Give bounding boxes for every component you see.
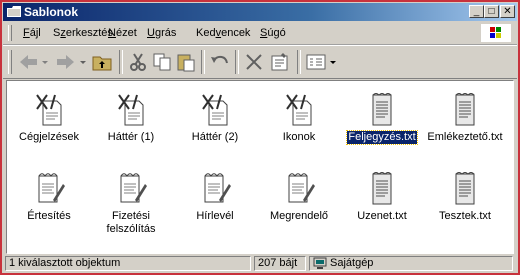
file-label: Uzenet.txt (357, 210, 407, 222)
toolbar (3, 45, 517, 79)
menu-item-label: úgó (267, 27, 286, 39)
file-label: Cégjelzések (19, 131, 79, 143)
menu-item-label: U (147, 27, 155, 39)
windows-flag-icon (490, 27, 501, 38)
back-arrow-icon[interactable] (17, 52, 39, 72)
delete-icon[interactable] (243, 52, 265, 72)
folder-icon (7, 6, 21, 17)
menu-item-label: N (108, 27, 116, 39)
back-dropdown-icon[interactable] (41, 52, 49, 72)
computer-icon (313, 257, 327, 269)
paste-icon[interactable] (175, 52, 197, 72)
template-icon (202, 94, 228, 126)
explorer-window: Sablonok _ □ ✕ Fájl Szerkesztés Nézet Ugrás… (0, 0, 520, 275)
file-item[interactable]: Háttér (1) (89, 93, 173, 144)
menu-item-label: grás (154, 27, 177, 39)
file-label: Háttér (1) (107, 131, 155, 143)
toolbar-separator (201, 50, 205, 74)
file-label: Megrendelő (269, 210, 329, 222)
menu-bar: Fájl Szerkesztés Nézet Ugrás Kedvencek Súgó (3, 22, 517, 45)
file-item[interactable]: Feljegyzés.txt (340, 93, 424, 145)
menu-item-label: ézet (115, 27, 137, 39)
maximize-icon: □ (488, 6, 495, 17)
file-label: Hírlevél (196, 210, 234, 222)
template-icon (36, 94, 62, 126)
status-size: 207 bájt (254, 256, 306, 271)
menu-item-label: Ked (196, 27, 216, 39)
up-folder-icon[interactable] (91, 52, 113, 72)
note-icon (38, 173, 65, 203)
text-file-icon (372, 93, 392, 126)
status-bar: 1 kiválasztott objektum 207 bájt Sajátgé… (3, 255, 517, 272)
toolbar-separator (297, 50, 301, 74)
menu-item[interactable]: Kedvencek (196, 27, 250, 39)
window-title: Sablonok (24, 5, 79, 19)
file-label: Feljegyzés.txt (346, 130, 418, 145)
status-selection: 1 kiválasztott objektum (5, 256, 251, 271)
views-dropdown-icon[interactable] (329, 52, 337, 72)
file-list: Cégjelzések Háttér (1) Háttér (2) Ikonok Fel… (6, 80, 514, 254)
text-file-icon (455, 172, 475, 205)
views-icon[interactable] (305, 52, 327, 72)
menu-item-label: encek (221, 27, 251, 39)
file-label: Értesítés (27, 210, 71, 222)
file-label: Ikonok (282, 131, 316, 143)
minimize-button[interactable]: _ (469, 5, 484, 18)
cut-icon[interactable] (127, 52, 149, 72)
file-item[interactable]: Cégjelzések (7, 93, 91, 144)
file-item[interactable]: Értesítés (7, 172, 91, 223)
note-icon (204, 173, 231, 203)
windows-logo (481, 24, 511, 42)
file-item[interactable]: Fizetési felszólítás (89, 172, 173, 236)
status-location-label: Sajátgép (330, 257, 374, 269)
file-label: Háttér (2) (191, 131, 239, 143)
minimize-icon: _ (473, 6, 480, 17)
file-label: Emlékeztető.txt (427, 131, 503, 143)
file-label: Tesztek.txt (439, 210, 491, 222)
close-button[interactable]: ✕ (500, 5, 515, 18)
title-bar[interactable]: Sablonok _ □ ✕ (3, 3, 517, 21)
forward-arrow-icon[interactable] (55, 52, 77, 72)
text-file-icon (372, 172, 392, 205)
menu-item-label: erkesztés (65, 27, 113, 39)
toolbar-separator (119, 50, 123, 74)
file-item[interactable]: Tesztek.txt (423, 172, 507, 223)
menu-item[interactable]: Fájl (23, 27, 41, 39)
file-label: Fizetési felszólítás (106, 210, 156, 235)
file-item[interactable]: Emlékeztető.txt (423, 93, 507, 144)
maximize-button[interactable]: □ (484, 5, 499, 18)
toolbar-grip (8, 50, 12, 74)
file-item[interactable]: Hírlevél (173, 172, 257, 223)
menu-item[interactable]: Súgó (260, 27, 286, 39)
text-file-icon (455, 93, 475, 126)
menu-item-label: F (23, 27, 30, 39)
menu-item[interactable]: Ugrás (147, 27, 176, 39)
close-icon: ✕ (503, 6, 512, 17)
file-item[interactable]: Háttér (2) (173, 93, 257, 144)
properties-icon[interactable] (269, 52, 291, 72)
menu-item[interactable]: Nézet (108, 27, 137, 39)
forward-dropdown-icon[interactable] (79, 52, 87, 72)
note-icon (288, 173, 315, 203)
menu-grip (8, 25, 12, 41)
undo-icon[interactable] (209, 52, 231, 72)
note-icon (120, 173, 147, 203)
file-item[interactable]: Megrendelő (257, 172, 341, 223)
template-icon (118, 94, 144, 126)
toolbar-separator (235, 50, 239, 74)
menu-item[interactable]: Szerkesztés (53, 27, 113, 39)
file-item[interactable]: Uzenet.txt (340, 172, 424, 223)
status-location: Sajátgép (309, 256, 513, 271)
copy-icon[interactable] (151, 52, 173, 72)
template-icon (286, 94, 312, 126)
file-item[interactable]: Ikonok (257, 93, 341, 144)
menu-item-label: ájl (29, 27, 41, 39)
